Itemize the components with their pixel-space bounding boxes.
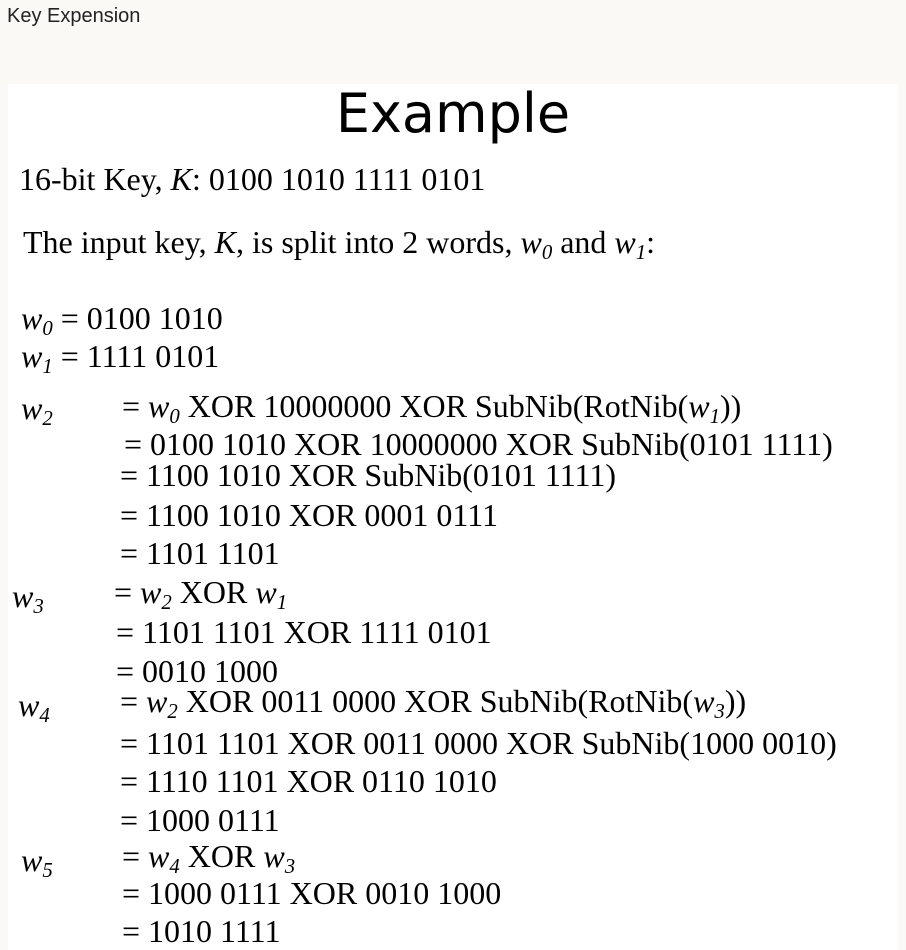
split-description: The input key, K, is split into 2 words,… (23, 224, 656, 264)
slide: Example 16-bit Key, K: 0100 1010 1111 01… (8, 84, 898, 950)
key-value: : 0100 1010 1111 0101 (192, 161, 486, 197)
window-title: Key Expension (7, 5, 141, 27)
w5-line-2: = 1000 0111 XOR 0010 1000 (122, 875, 502, 911)
w4-label: w4 (18, 687, 50, 727)
w4-line-2: = 1101 1101 XOR 0011 0000 XOR SubNib(100… (120, 725, 837, 761)
split-text-1: The input key, (23, 224, 215, 260)
w4-line-3: = 1110 1101 XOR 0110 1010 (120, 763, 497, 799)
w5-line-3: = 1010 1111 (122, 913, 281, 949)
key-prefix: 16-bit Key, (19, 161, 171, 197)
w3-line-1: = w2 XOR w1 (114, 574, 288, 614)
key-line: 16-bit Key, K: 0100 1010 1111 0101 (19, 161, 485, 197)
w2-line-4: = 1100 1010 XOR 0001 0111 (120, 497, 499, 533)
split-var-k: K (214, 224, 236, 260)
w2-line-5: = 1101 1101 (120, 535, 280, 571)
w1-definition: w1 = 1111 0101 (21, 338, 220, 378)
w1-value: = 1111 0101 (52, 338, 220, 374)
w0-definition: w0 = 0100 1010 (21, 300, 223, 340)
w3-line-2: = 1101 1101 XOR 1111 0101 (116, 614, 492, 650)
split-var-w0: w0 (520, 224, 553, 264)
split-text-3: and (552, 224, 615, 260)
w1-var: w1 (21, 338, 53, 378)
w5-label: w5 (21, 842, 53, 882)
key-var: K (170, 161, 193, 197)
split-text-2: , is split into 2 words, (236, 224, 521, 260)
w3-label: w3 (12, 578, 44, 618)
w0-value: = 0100 1010 (52, 300, 223, 336)
w2-line-3: = 1100 1010 XOR SubNib(0101 1111) (120, 457, 616, 493)
split-var-w1: w1 (614, 224, 647, 264)
w4-line-4: = 1000 0111 (120, 802, 280, 838)
slide-title: Example (335, 82, 571, 145)
w0-var: w0 (21, 300, 53, 340)
w2-label: w2 (21, 390, 53, 430)
w2-line-1: = w0 XOR 10000000 XOR SubNib(RotNib(w1)) (122, 388, 742, 428)
split-text-4: : (646, 224, 656, 260)
w5-line-1: = w4 XOR w3 (122, 838, 296, 878)
w4-line-1: = w2 XOR 0011 0000 XOR SubNib(RotNib(w3)… (120, 683, 747, 723)
